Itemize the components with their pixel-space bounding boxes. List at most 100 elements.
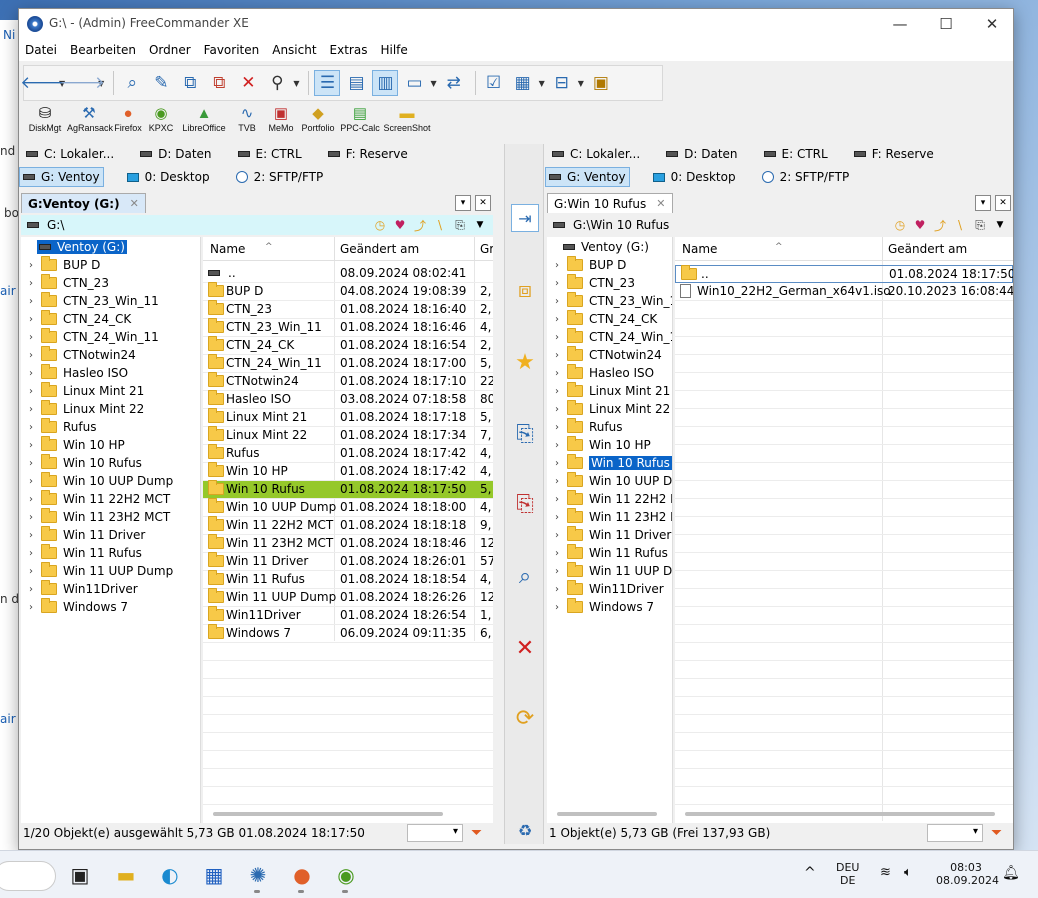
tool-kpxc[interactable]: ◉ KPXC: [145, 105, 177, 141]
tree-node[interactable]: › Win 11 UUP Dump: [29, 562, 173, 580]
right-horizontal-scrollbar[interactable]: [675, 809, 1013, 819]
chevron-right-icon[interactable]: ›: [29, 530, 41, 541]
tree-node[interactable]: › CTN_24_Win_1: [555, 328, 672, 346]
tree-node[interactable]: › Win 11 Driver: [555, 526, 671, 544]
menu-hilfe[interactable]: Hilfe: [380, 43, 407, 57]
chevron-right-icon[interactable]: ›: [555, 584, 567, 595]
chevron-right-icon[interactable]: ›: [555, 512, 567, 523]
left-path-bar[interactable]: G:\ ◷ ♥ ⤴ \ ⎘ ▼: [21, 215, 493, 235]
compare-folders-icon[interactable]: ⧈: [511, 276, 539, 304]
tab-menu-icon[interactable]: ▾: [975, 195, 991, 211]
table-row[interactable]: Hasleo ISO 03.08.2024 07:18:58 80: [203, 390, 493, 409]
chevron-right-icon[interactable]: ›: [555, 386, 567, 397]
chevron-right-icon[interactable]: ›: [555, 296, 567, 307]
menu-extras[interactable]: Extras: [330, 43, 368, 57]
scroll-thumb[interactable]: [557, 812, 657, 816]
chevron-right-icon[interactable]: ›: [555, 440, 567, 451]
tree-node[interactable]: › CTNotwin24: [29, 346, 136, 364]
tree-node[interactable]: › Hasleo ISO: [29, 364, 128, 382]
table-row[interactable]: Linux Mint 22 01.08.2024 18:17:34 7,: [203, 426, 493, 445]
drive-d[interactable]: D: Daten: [137, 144, 214, 164]
forward-arrow-icon[interactable]: 🡒: [59, 70, 105, 96]
tool-memo[interactable]: ▣ MeMo: [263, 105, 299, 141]
table-row[interactable]: Win 10 UUP Dump 01.08.2024 18:18:00 4,: [203, 498, 493, 517]
tree-node[interactable]: › CTN_23_Win_11: [29, 292, 159, 310]
copy-file-icon[interactable]: ⧉: [177, 70, 203, 96]
table-row[interactable]: BUP D 04.08.2024 19:08:39 2,: [203, 282, 493, 301]
chevron-right-icon[interactable]: ›: [29, 602, 41, 613]
parent-folder-icon[interactable]: ⤴: [931, 217, 949, 233]
close-panel-icon[interactable]: ✕: [475, 195, 491, 211]
tree-node[interactable]: › Win 11 Rufus: [29, 544, 142, 562]
right-path-bar[interactable]: G:\Win 10 Rufus ◷ ♥ ⤴ \ ⎘ ▼: [547, 215, 1013, 235]
binoculars-icon[interactable]: ⚲: [264, 70, 290, 96]
tool-tvb[interactable]: ∿ TVB: [231, 105, 263, 141]
recycle-bin-icon[interactable]: ♻: [511, 816, 539, 844]
grid-view-icon[interactable]: ▦: [510, 70, 536, 96]
keepass-icon[interactable]: ◉: [332, 861, 360, 893]
chevron-right-icon[interactable]: ›: [29, 548, 41, 559]
tree-node[interactable]: › Win 11 22H2 M: [555, 490, 672, 508]
favorites-star-icon[interactable]: ★: [511, 348, 539, 376]
left-filter-dropdown[interactable]: [407, 824, 463, 842]
tree-node[interactable]: › Windows 7: [29, 598, 128, 616]
binoculars-dropdown-icon[interactable]: ▼: [293, 79, 299, 88]
chevron-right-icon[interactable]: ›: [555, 278, 567, 289]
volume-icon[interactable]: 🔈︎: [904, 865, 912, 880]
chevron-right-icon[interactable]: ›: [29, 422, 41, 433]
edge-icon[interactable]: ◐: [156, 861, 184, 889]
chevron-right-icon[interactable]: ›: [555, 422, 567, 433]
tree-node[interactable]: › Win 11 22H2 MCT: [29, 490, 170, 508]
tree-node[interactable]: › Linux Mint 22: [29, 400, 144, 418]
freecommander-icon[interactable]: ✺: [244, 861, 272, 893]
parent-folder-icon[interactable]: ⤴: [411, 217, 429, 233]
tree-node[interactable]: › Rufus: [29, 418, 97, 436]
grid-dropdown-icon[interactable]: ▼: [539, 79, 545, 88]
close-button[interactable]: ✕: [969, 9, 1013, 39]
script-icon[interactable]: ▣: [588, 70, 614, 96]
language-indicator[interactable]: DEU DE: [836, 861, 859, 887]
tree-node[interactable]: › Linux Mint 21: [29, 382, 144, 400]
chevron-right-icon[interactable]: ›: [29, 404, 41, 415]
chevron-right-icon[interactable]: ›: [29, 566, 41, 577]
checklist-icon[interactable]: ☑: [481, 70, 507, 96]
chevron-right-icon[interactable]: ›: [29, 368, 41, 379]
table-row[interactable]: Windows 7 06.09.2024 09:11:35 6,: [203, 624, 493, 643]
details-view-icon[interactable]: ▤: [343, 70, 369, 96]
chevron-right-icon[interactable]: ›: [29, 296, 41, 307]
drive-sftp[interactable]: 2: SFTP/FTP: [233, 167, 327, 187]
task-view-icon[interactable]: ▣: [66, 861, 94, 889]
refresh-folder-icon[interactable]: ⟳: [511, 704, 539, 732]
tool-agransack[interactable]: ⚒ AgRansack: [67, 105, 113, 141]
table-row[interactable]: Rufus 01.08.2024 18:17:42 4,: [203, 444, 493, 463]
tree-node[interactable]: › Linux Mint 21: [555, 382, 670, 400]
tree-node[interactable]: › CTN_23: [29, 274, 109, 292]
menu-ansicht[interactable]: Ansicht: [272, 43, 316, 57]
table-row[interactable]: .. 01.08.2024 18:17:50: [675, 265, 1013, 283]
drive-g[interactable]: G: Ventoy: [19, 167, 104, 187]
chevron-right-icon[interactable]: ›: [555, 404, 567, 415]
table-row[interactable]: CTN_23_Win_11 01.08.2024 18:16:46 4,: [203, 318, 493, 337]
chevron-right-icon[interactable]: ›: [29, 476, 41, 487]
left-horizontal-scrollbar[interactable]: [203, 809, 493, 819]
close-panel-icon[interactable]: ✕: [995, 195, 1011, 211]
dual-panel-icon[interactable]: ▥: [372, 70, 399, 96]
tree-node[interactable]: › Win 10 UUP Dump: [29, 472, 173, 490]
tree-node[interactable]: › BUP D: [555, 256, 626, 274]
tree-node[interactable]: › Win11Driver: [29, 580, 138, 598]
drive-f[interactable]: F: Reserve: [325, 144, 411, 164]
table-row[interactable]: .. 08.09.2024 08:02:41: [203, 265, 493, 283]
chevron-right-icon[interactable]: ›: [555, 530, 567, 541]
search-icon[interactable]: ⌕: [119, 70, 145, 96]
scroll-thumb[interactable]: [685, 812, 995, 816]
tab-menu-icon[interactable]: ▾: [455, 195, 471, 211]
tree-node[interactable]: › Linux Mint 22: [555, 400, 670, 418]
drive-d[interactable]: D: Daten: [663, 144, 740, 164]
chevron-right-icon[interactable]: ›: [555, 260, 567, 271]
chevron-right-icon[interactable]: ›: [555, 458, 567, 469]
chevron-right-icon[interactable]: ›: [29, 332, 41, 343]
clock[interactable]: 08:03 08.09.2024: [936, 861, 999, 887]
copy-path-icon[interactable]: ⎘: [451, 217, 469, 233]
chevron-right-icon[interactable]: ›: [555, 476, 567, 487]
delete-icon[interactable]: ✕: [511, 634, 539, 662]
